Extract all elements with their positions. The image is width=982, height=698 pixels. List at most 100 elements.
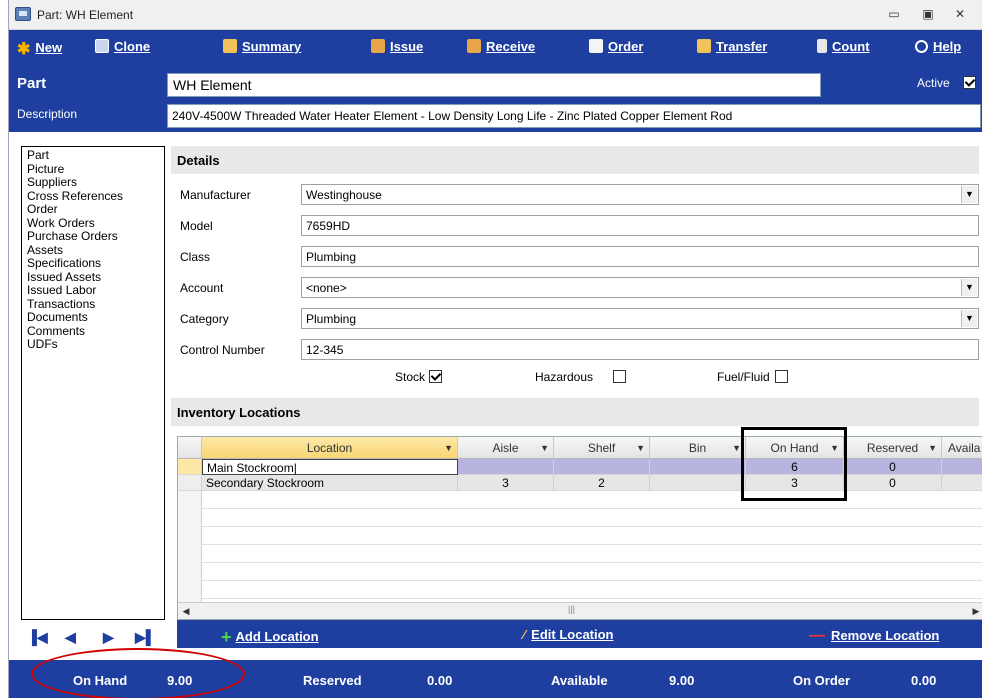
chevron-down-icon[interactable]: ▼	[961, 186, 977, 203]
available-cell[interactable]	[942, 459, 982, 475]
transfer-icon	[697, 39, 711, 53]
active-checkbox[interactable]	[963, 76, 976, 89]
column-header-reserved[interactable]: Reserved ▼	[844, 437, 942, 459]
aisle-cell[interactable]: 3	[458, 475, 554, 491]
record-navigator: ▐◀ ◀ ▶ ▶▌	[27, 626, 157, 648]
nav-item-purchase-orders[interactable]: Purchase Orders	[27, 229, 159, 244]
hazardous-checkbox[interactable]	[613, 370, 626, 383]
clone-button[interactable]: Clone	[95, 39, 150, 57]
column-header-on-hand[interactable]: On Hand ▼	[746, 437, 844, 459]
close-icon[interactable]: ✕	[951, 6, 969, 22]
column-filter-icon[interactable]: ▼	[830, 437, 839, 459]
nav-item-assets[interactable]: Assets	[27, 243, 159, 258]
transfer-button[interactable]: Transfer	[697, 39, 767, 57]
order-button[interactable]: Order	[589, 39, 643, 57]
column-header-aisle[interactable]: Aisle ▼	[458, 437, 554, 459]
minus-icon: —	[809, 627, 825, 644]
part-name-input[interactable]: WH Element	[167, 73, 821, 97]
manufacturer-select[interactable]: Westinghouse ▼	[301, 184, 979, 205]
grid-corner[interactable]	[178, 437, 202, 459]
column-filter-icon[interactable]: ▼	[636, 437, 645, 459]
chevron-down-icon[interactable]: ▼	[961, 310, 977, 327]
edit-location-button[interactable]: ∕ Edit Location	[523, 627, 614, 642]
category-select[interactable]: Plumbing ▼	[301, 308, 979, 329]
row-selector[interactable]	[178, 459, 202, 475]
column-header-available[interactable]: Availa	[942, 437, 982, 459]
nav-item-picture[interactable]: Picture	[27, 162, 159, 177]
nav-item-work-orders[interactable]: Work Orders	[27, 216, 159, 231]
control-number-input[interactable]: 12-345	[301, 339, 979, 360]
last-record-icon[interactable]: ▶▌	[135, 629, 156, 646]
reserved-total-label: Reserved	[303, 673, 362, 688]
aisle-cell[interactable]	[458, 459, 554, 475]
nav-item-order[interactable]: Order	[27, 202, 159, 217]
on-hand-cell[interactable]: 6	[746, 459, 844, 475]
nav-item-udfs[interactable]: UDFs	[27, 337, 159, 352]
scroll-left-icon[interactable]: ◀	[178, 603, 194, 619]
nav-item-issued-labor[interactable]: Issued Labor	[27, 283, 159, 298]
add-location-button[interactable]: + Add Location	[221, 627, 319, 648]
shelf-cell[interactable]: 2	[554, 475, 650, 491]
issue-button[interactable]: Issue	[371, 39, 423, 57]
row-selector[interactable]	[178, 475, 202, 491]
count-button[interactable]: Count	[817, 39, 870, 57]
help-button[interactable]: Help	[915, 39, 961, 57]
column-filter-icon[interactable]: ▼	[444, 437, 453, 459]
bin-cell[interactable]	[650, 475, 746, 491]
minimize-icon[interactable]: ▭	[885, 6, 903, 22]
scroll-grip-icon[interactable]: |||	[568, 604, 575, 614]
available-total-label: Available	[551, 673, 608, 688]
new-button[interactable]: ✱ New	[17, 39, 62, 58]
nav-item-comments[interactable]: Comments	[27, 324, 159, 339]
description-input[interactable]: 240V-4500W Threaded Water Heater Element…	[167, 104, 981, 128]
model-input[interactable]: 7659HD	[301, 215, 979, 236]
class-input[interactable]: Plumbing	[301, 246, 979, 267]
app-icon	[15, 7, 31, 21]
location-cell-editing[interactable]: Main Stockroom|	[202, 459, 458, 475]
stock-checkbox[interactable]	[429, 370, 442, 383]
toolbar: ✱ New Clone Summary Issue Receive Order T…	[9, 30, 982, 64]
part-label: Part	[17, 75, 47, 92]
on-order-total-value: 0.00	[911, 673, 937, 688]
category-value: Plumbing	[306, 312, 357, 326]
first-record-icon[interactable]: ▐◀	[27, 629, 48, 646]
nav-item-suppliers[interactable]: Suppliers	[27, 175, 159, 190]
table-row[interactable]: Secondary Stockroom 3 2 3 0	[178, 475, 982, 491]
summary-button[interactable]: Summary	[223, 39, 301, 57]
reserved-cell[interactable]: 0	[844, 475, 942, 491]
empty-grid-row	[178, 563, 982, 581]
horizontal-scrollbar[interactable]: ◀ ||| ▶	[178, 602, 982, 619]
nav-item-issued-assets[interactable]: Issued Assets	[27, 270, 159, 285]
location-cell[interactable]: Secondary Stockroom	[202, 475, 458, 491]
column-header-shelf[interactable]: Shelf ▼	[554, 437, 650, 459]
remove-location-button[interactable]: — Remove Location	[809, 627, 939, 645]
account-select[interactable]: <none> ▼	[301, 277, 979, 298]
available-cell[interactable]	[942, 475, 982, 491]
table-row[interactable]: Main Stockroom| 6 0	[178, 459, 982, 475]
order-icon	[589, 39, 603, 53]
nav-item-cross-references[interactable]: Cross References	[27, 189, 159, 204]
next-record-icon[interactable]: ▶	[103, 629, 114, 646]
maximize-icon[interactable]: ▣	[919, 6, 937, 22]
empty-grid-row	[178, 545, 982, 563]
nav-item-documents[interactable]: Documents	[27, 310, 159, 325]
receive-button[interactable]: Receive	[467, 39, 535, 57]
shelf-cell[interactable]	[554, 459, 650, 475]
previous-record-icon[interactable]: ◀	[65, 629, 76, 646]
column-filter-icon[interactable]: ▼	[732, 437, 741, 459]
column-filter-icon[interactable]: ▼	[928, 437, 937, 459]
reserved-cell[interactable]: 0	[844, 459, 942, 475]
chevron-down-icon[interactable]: ▼	[961, 279, 977, 296]
nav-item-part[interactable]: Part	[27, 148, 159, 163]
column-header-bin[interactable]: Bin ▼	[650, 437, 746, 459]
row-selector	[178, 509, 202, 527]
column-header-location[interactable]: Location ▼	[202, 437, 458, 459]
fuel-fluid-checkbox[interactable]	[775, 370, 788, 383]
scroll-right-icon[interactable]: ▶	[968, 603, 982, 619]
fuel-fluid-label: Fuel/Fluid	[717, 370, 770, 384]
nav-item-transactions[interactable]: Transactions	[27, 297, 159, 312]
nav-item-specifications[interactable]: Specifications	[27, 256, 159, 271]
bin-cell[interactable]	[650, 459, 746, 475]
column-filter-icon[interactable]: ▼	[540, 437, 549, 459]
on-hand-cell[interactable]: 3	[746, 475, 844, 491]
